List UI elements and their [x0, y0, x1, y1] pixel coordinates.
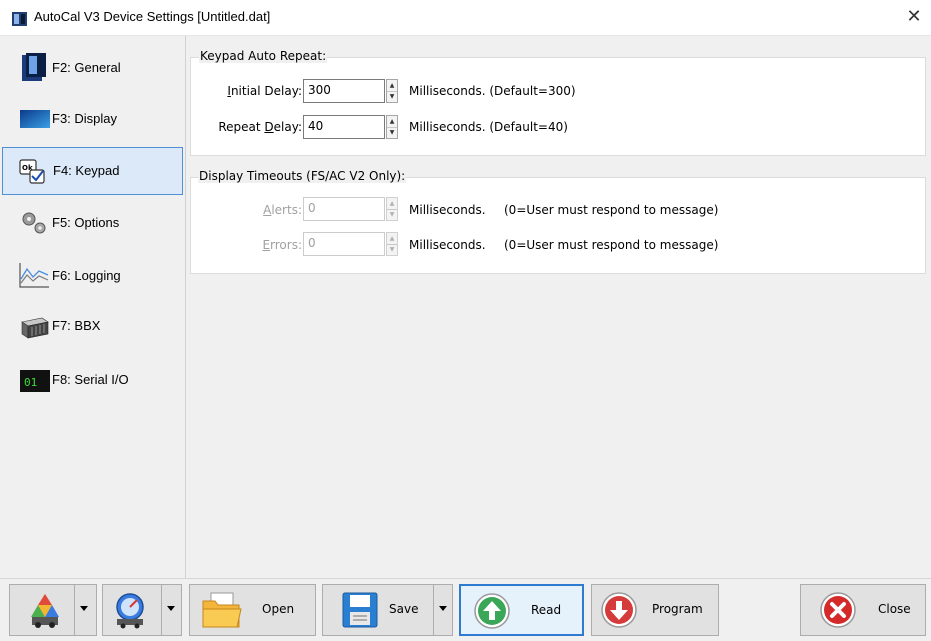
device-gauge-split-button[interactable] — [102, 584, 182, 636]
options-gears-icon — [20, 209, 50, 239]
alerts-note: (0=User must respond to message) — [504, 203, 719, 217]
initial-delay-unit: Milliseconds. (Default=300) — [409, 84, 576, 98]
keypad-icon: Ok — [19, 159, 49, 189]
program-arrow-down-icon — [600, 591, 638, 629]
spin-down-icon[interactable]: ▼ — [387, 209, 397, 220]
read-arrow-up-icon — [473, 592, 511, 630]
read-button[interactable]: Read — [459, 584, 584, 636]
spin-down-icon[interactable]: ▼ — [387, 91, 397, 102]
spin-down-icon[interactable]: ▼ — [387, 244, 397, 255]
serial-io-icon: 01 — [20, 370, 50, 400]
chevron-down-icon[interactable] — [435, 585, 451, 635]
errors-label: Errors: — [262, 238, 302, 252]
display-icon — [20, 109, 50, 139]
alerts-label: Alerts: — [263, 203, 302, 217]
save-label: Save — [389, 602, 419, 616]
open-button[interactable]: Open — [189, 584, 316, 636]
sidebar-item-label: F6: Logging — [52, 268, 121, 283]
sidebar-item-label: F4: Keypad — [53, 163, 120, 178]
initial-delay-spinner[interactable]: ▲ ▼ — [386, 79, 398, 103]
window-title: AutoCal V3 Device Settings [Untitled.dat… — [34, 9, 271, 24]
window-close-icon[interactable]: ✕ — [903, 6, 925, 28]
logging-chart-icon — [18, 261, 49, 291]
chevron-down-icon[interactable] — [163, 585, 179, 635]
svg-text:01: 01 — [24, 376, 37, 389]
chevron-down-icon[interactable] — [76, 585, 92, 635]
app-icon — [12, 11, 28, 27]
errors-note: (0=User must respond to message) — [504, 238, 719, 252]
keypad-auto-repeat-title: Keypad Auto Repeat: — [199, 49, 328, 63]
sidebar-item-label: F7: BBX — [52, 318, 101, 333]
repeat-delay-unit: Milliseconds. (Default=40) — [409, 120, 568, 134]
repeat-delay-label: Repeat Delay: — [218, 120, 302, 134]
device-type-split-button[interactable] — [9, 584, 97, 636]
sidebar-item-label: F8: Serial I/O — [52, 372, 129, 387]
close-label: Close — [878, 602, 911, 616]
sidebar-item-serial-io[interactable]: 01 F8: Serial I/O — [2, 355, 183, 403]
sidebar-item-bbx[interactable]: F7: BBX — [2, 303, 183, 351]
sidebar-item-display[interactable]: F3: Display — [2, 95, 183, 143]
read-label: Read — [531, 603, 562, 617]
save-split-button[interactable]: Save — [322, 584, 453, 636]
sidebar-item-label: F2: General — [52, 60, 121, 75]
errors-spinner[interactable]: ▲ ▼ — [386, 232, 398, 256]
errors-input[interactable]: 0 — [303, 232, 385, 256]
repeat-delay-spinner[interactable]: ▲ ▼ — [386, 115, 398, 139]
open-label: Open — [262, 602, 295, 616]
initial-delay-label: Initial Delay: — [227, 84, 302, 98]
display-timeouts-group — [190, 177, 926, 274]
repeat-delay-input[interactable]: 40 — [303, 115, 385, 139]
sidebar: F2: General F3: Display Ok F4: Keypad F5… — [0, 36, 186, 578]
keypad-auto-repeat-group — [190, 57, 926, 156]
bbx-icon — [20, 316, 50, 346]
spin-down-icon[interactable]: ▼ — [387, 127, 397, 138]
floppy-disk-icon — [341, 591, 379, 629]
device-gauge-icon — [111, 591, 149, 629]
alerts-spinner[interactable]: ▲ ▼ — [386, 197, 398, 221]
sidebar-item-logging[interactable]: F6: Logging — [2, 251, 183, 299]
sidebar-item-label: F5: Options — [52, 215, 120, 230]
device-scale-icon — [26, 591, 64, 629]
close-icon — [819, 591, 857, 629]
display-timeouts-title: Display Timeouts (FS/AC V2 Only): — [198, 169, 407, 183]
program-label: Program — [652, 602, 703, 616]
program-button[interactable]: Program — [591, 584, 719, 636]
sidebar-item-general[interactable]: F2: General — [2, 44, 183, 92]
folder-icon — [201, 589, 242, 628]
close-button[interactable]: Close — [800, 584, 926, 636]
bottom-toolbar: Open Save Read Program Close — [0, 578, 931, 641]
general-icon — [20, 52, 50, 82]
settings-panel: Keypad Auto Repeat: Initial Delay: 300 ▲… — [186, 36, 931, 578]
sidebar-item-options[interactable]: F5: Options — [2, 199, 183, 247]
sidebar-item-keypad[interactable]: Ok F4: Keypad — [2, 147, 183, 195]
initial-delay-input[interactable]: 300 — [303, 79, 385, 103]
alerts-input[interactable]: 0 — [303, 197, 385, 221]
title-bar: AutoCal V3 Device Settings [Untitled.dat… — [0, 0, 931, 36]
alerts-unit: Milliseconds. — [409, 203, 486, 217]
errors-unit: Milliseconds. — [409, 238, 486, 252]
sidebar-item-label: F3: Display — [52, 111, 118, 126]
